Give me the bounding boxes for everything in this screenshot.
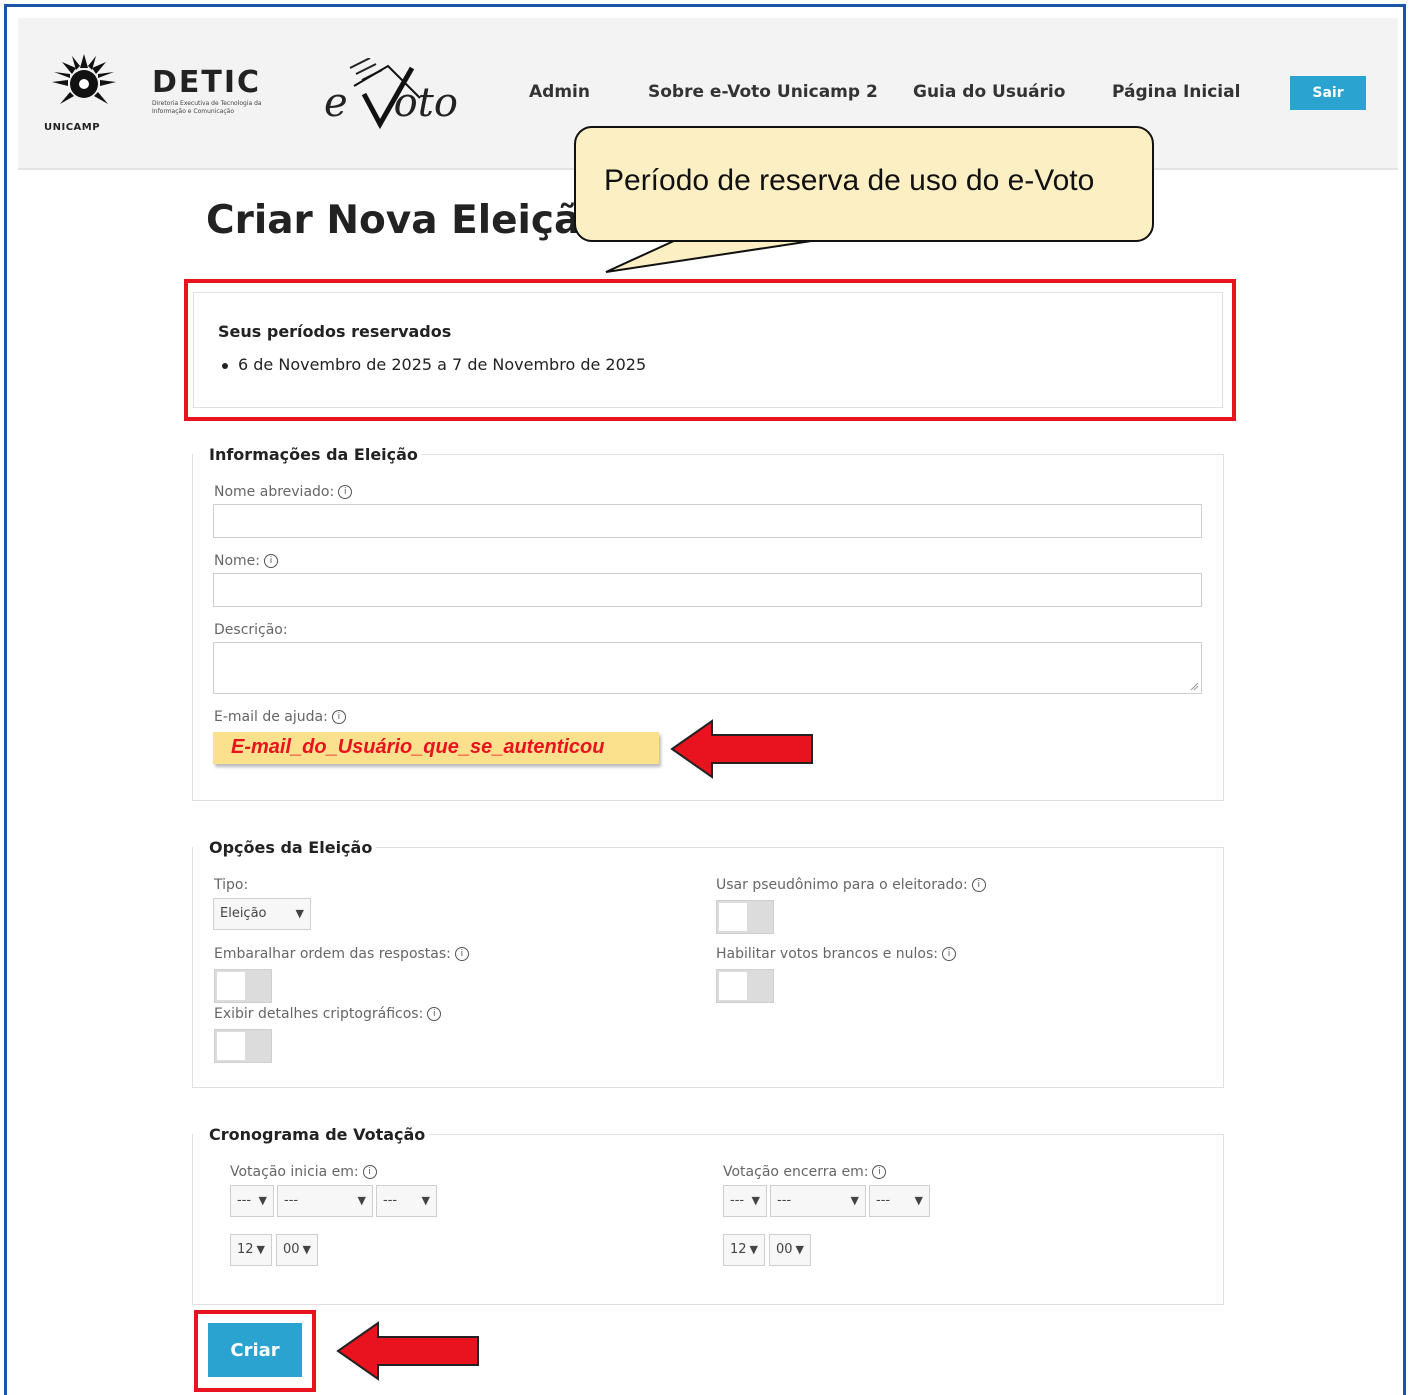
chevron-down-icon: ▼	[256, 1243, 265, 1256]
chevron-down-icon: ▼	[914, 1194, 923, 1207]
voting-start-label: Votação inicia em: i	[230, 1164, 377, 1180]
info-icon: i	[872, 1165, 887, 1179]
resize-handle-icon[interactable]	[1189, 681, 1199, 691]
end-hour-select[interactable]: 12 ▼	[723, 1234, 765, 1266]
blank-votes-toggle[interactable]	[716, 969, 774, 1003]
help-email-label: E-mail de ajuda: i	[214, 709, 346, 725]
start-minute-select[interactable]: 00 ▼	[276, 1234, 318, 1266]
annotation-callout: Período de reserva de uso do e-Voto	[574, 126, 1154, 242]
crypto-toggle[interactable]	[214, 1029, 272, 1063]
start-day-select[interactable]: --- ▼	[230, 1185, 274, 1217]
pseudonym-toggle[interactable]	[716, 900, 774, 934]
shuffle-label: Embaralhar ordem das respostas: i	[214, 946, 469, 962]
election-info-legend: Informações da Eleição	[209, 445, 418, 464]
reserved-periods-title: Seus períodos reservados	[218, 322, 452, 341]
red-arrow-icon	[670, 719, 813, 779]
start-hour-select[interactable]: 12 ▼	[230, 1234, 272, 1266]
end-minute-select[interactable]: 00 ▼	[769, 1234, 811, 1266]
voting-end-label: Votação encerra em: i	[723, 1164, 887, 1180]
crypto-label: Exibir detalhes criptográficos: i	[214, 1006, 442, 1022]
start-year-select[interactable]: --- ▼	[376, 1185, 437, 1217]
chevron-down-icon: ▼	[850, 1194, 859, 1207]
red-arrow-icon	[336, 1321, 479, 1381]
detic-logo-subtitle: Diretoria Executiva de Tecnologia da Inf…	[152, 100, 262, 115]
nav-home[interactable]: Página Inicial	[1112, 82, 1240, 102]
description-label: Descrição:	[214, 622, 288, 638]
election-options-section: Opções da Eleição	[192, 838, 1224, 1088]
callout-text: Período de reserva de uso do e-Voto	[604, 164, 1095, 197]
info-icon: i	[362, 1165, 377, 1179]
voting-schedule-legend: Cronograma de Votação	[209, 1125, 426, 1144]
info-icon: i	[971, 878, 986, 892]
end-day-select[interactable]: --- ▼	[723, 1185, 767, 1217]
reserved-periods-panel	[193, 292, 1223, 408]
type-label: Tipo:	[214, 877, 249, 893]
info-icon: i	[454, 947, 469, 961]
info-icon: i	[331, 710, 346, 724]
start-month-select[interactable]: --- ▼	[277, 1185, 373, 1217]
pseudonym-label: Usar pseudônimo para o eleitorado: i	[716, 877, 986, 893]
detic-logo-text: DETIC	[152, 65, 262, 100]
help-email-input[interactable]: E-mail_do_Usuário_que_se_autenticou	[213, 732, 659, 764]
reserved-period-text: 6 de Novembro de 2025 a 7 de Novembro de…	[238, 355, 647, 374]
blank-votes-label: Habilitar votos brancos e nulos: i	[716, 946, 956, 962]
create-button[interactable]: Criar	[208, 1323, 302, 1377]
name-input[interactable]	[213, 573, 1202, 607]
info-icon: i	[427, 1007, 442, 1021]
page-title: Criar Nova Eleição	[206, 198, 608, 243]
callout-tail	[605, 236, 820, 273]
nav-admin[interactable]: Admin	[529, 82, 590, 102]
election-options-legend: Opções da Eleição	[209, 838, 373, 857]
bullet-icon	[222, 362, 228, 369]
end-year-select[interactable]: --- ▼	[869, 1185, 930, 1217]
chevron-down-icon: ▼	[751, 1194, 760, 1207]
chevron-down-icon: ▼	[258, 1194, 267, 1207]
unicamp-logo: UNICAMP	[44, 50, 130, 140]
logout-button[interactable]: Sair	[1290, 76, 1366, 110]
chevron-down-icon: ▼	[795, 1243, 804, 1256]
detic-logo: DETIC Diretoria Executiva de Tecnologia …	[152, 66, 282, 116]
info-icon: i	[264, 554, 279, 568]
short-name-input[interactable]	[213, 504, 1202, 538]
reserved-period-item: 6 de Novembro de 2025 a 7 de Novembro de…	[222, 355, 646, 374]
nav-about[interactable]: Sobre e-Voto Unicamp 2	[648, 82, 878, 102]
short-name-label: Nome abreviado: i	[214, 484, 353, 500]
help-email-value: E-mail_do_Usuário_que_se_autenticou	[231, 736, 605, 758]
evoto-logo: e oto	[324, 58, 474, 138]
evoto-logo-text: e oto	[324, 80, 458, 126]
unicamp-logo-text: UNICAMP	[44, 122, 101, 133]
name-label: Nome: i	[214, 553, 279, 569]
end-month-select[interactable]: --- ▼	[770, 1185, 866, 1217]
chevron-down-icon: ▼	[749, 1243, 758, 1256]
chevron-down-icon: ▼	[421, 1194, 430, 1207]
type-select[interactable]: Eleição ▼	[213, 898, 311, 930]
description-textarea[interactable]	[213, 642, 1202, 694]
chevron-down-icon: ▼	[357, 1194, 366, 1207]
info-icon: i	[941, 947, 956, 961]
info-icon: i	[338, 485, 353, 499]
nav-user-guide[interactable]: Guia do Usuário	[913, 82, 1065, 102]
chevron-down-icon: ▼	[295, 907, 304, 920]
shuffle-toggle[interactable]	[214, 969, 272, 1003]
chevron-down-icon: ▼	[302, 1243, 311, 1256]
